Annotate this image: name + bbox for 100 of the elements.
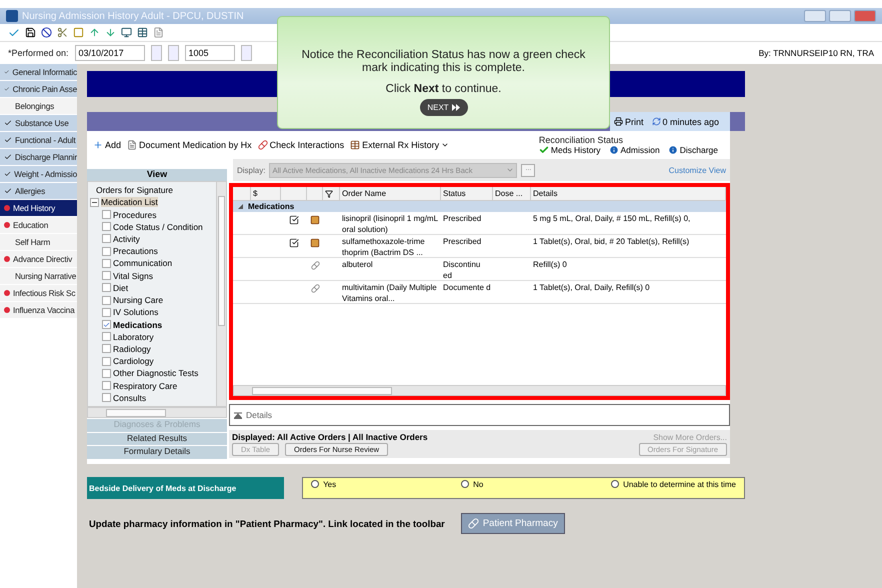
column-header[interactable]: Order Name bbox=[340, 187, 441, 200]
sidebar-item[interactable]: Belongings bbox=[0, 98, 77, 115]
cancel-icon[interactable] bbox=[41, 27, 52, 38]
form-icon[interactable] bbox=[73, 27, 84, 38]
details-panel[interactable]: Details bbox=[229, 404, 730, 426]
checkbox[interactable] bbox=[102, 234, 111, 244]
tree-item[interactable]: IV Solutions bbox=[90, 306, 214, 318]
date-spinner[interactable] bbox=[150, 45, 162, 61]
table-icon[interactable] bbox=[137, 27, 148, 38]
check-interactions-button[interactable]: Check Interactions bbox=[258, 140, 344, 150]
external-rx-history-button[interactable]: External Rx History bbox=[350, 140, 450, 150]
refresh-button[interactable]: 0 minutes ago bbox=[652, 116, 720, 126]
sidebar-item[interactable]: General Informatic bbox=[0, 64, 77, 81]
checkbox[interactable] bbox=[289, 215, 299, 225]
checkbox[interactable] bbox=[102, 344, 111, 354]
sidebar-item[interactable]: Med History bbox=[0, 200, 77, 217]
sidebar-item[interactable]: Weight - Admissio bbox=[0, 166, 77, 183]
pharmacy-instruction: Update pharmacy information in "Patient Pharmacy". Link located in the toolbar bbox=[89, 518, 445, 529]
reconciliation-status: Admission bbox=[608, 145, 660, 155]
print-button[interactable]: Print bbox=[614, 116, 644, 126]
checkbox[interactable] bbox=[102, 381, 111, 390]
group-row[interactable]: Medications bbox=[233, 201, 726, 212]
up-arrow-icon[interactable] bbox=[89, 27, 100, 38]
time-spinner[interactable] bbox=[240, 45, 252, 61]
tree-item[interactable]: Communication bbox=[90, 257, 214, 270]
checkbox[interactable] bbox=[102, 308, 111, 317]
tree-item[interactable]: Medication List bbox=[90, 196, 214, 208]
filter-icon[interactable] bbox=[325, 190, 333, 198]
customize-view-link[interactable]: Customize View bbox=[668, 166, 726, 174]
table-icon bbox=[350, 140, 360, 150]
scissors-icon[interactable] bbox=[57, 27, 68, 38]
radio-option[interactable]: Unable to determine at this time bbox=[611, 480, 736, 496]
checkbox[interactable] bbox=[102, 320, 111, 330]
checkbox[interactable] bbox=[102, 368, 111, 378]
checkbox[interactable] bbox=[289, 238, 299, 248]
time-field[interactable]: 1005 bbox=[184, 45, 235, 61]
checkbox[interactable] bbox=[102, 258, 111, 268]
checkbox[interactable] bbox=[102, 356, 111, 366]
caret-icon bbox=[506, 166, 514, 174]
sidebar-item[interactable]: Substance Use bbox=[0, 115, 77, 132]
checkbox[interactable] bbox=[102, 222, 111, 232]
checkbox[interactable] bbox=[102, 283, 111, 292]
sidebar-item[interactable]: Nursing Narrative bbox=[0, 268, 77, 285]
check-icon[interactable] bbox=[8, 26, 20, 38]
tree-item[interactable]: Respiratory Care bbox=[90, 380, 214, 392]
sidebar-item[interactable]: Allergies bbox=[0, 183, 77, 200]
checkbox[interactable] bbox=[102, 246, 111, 256]
monitor-icon[interactable] bbox=[121, 27, 132, 38]
close-button[interactable] bbox=[854, 10, 876, 22]
date-field[interactable]: 03/10/2017 bbox=[74, 45, 145, 61]
column-header[interactable]: Dose ... bbox=[493, 187, 531, 200]
sidebar-item[interactable]: Chronic Pain Asse bbox=[0, 81, 77, 98]
tree-item[interactable]: Procedures bbox=[90, 208, 214, 221]
sidebar-item[interactable]: Discharge Plannir bbox=[0, 149, 77, 166]
tree-item[interactable]: Medications bbox=[90, 318, 214, 331]
document-icon[interactable] bbox=[153, 27, 164, 38]
tree-item[interactable]: Diet bbox=[90, 282, 214, 294]
checkbox[interactable] bbox=[102, 271, 111, 280]
section-header[interactable]: Formulary Details bbox=[87, 446, 227, 458]
checkbox[interactable] bbox=[102, 393, 111, 402]
sidebar-item[interactable]: Functional - Adult bbox=[0, 132, 77, 149]
radio-option[interactable]: No bbox=[461, 480, 612, 496]
checkbox[interactable] bbox=[102, 210, 111, 220]
date-dropdown[interactable] bbox=[168, 45, 179, 61]
tree-item[interactable]: Laboratory bbox=[90, 330, 214, 343]
tree-item[interactable]: Consults bbox=[90, 392, 214, 404]
sidebar-item[interactable]: Influenza Vaccina bbox=[0, 302, 77, 319]
sidebar-item[interactable]: Self Harm bbox=[0, 234, 77, 251]
radio-button[interactable] bbox=[461, 480, 470, 488]
add-button[interactable]: Add bbox=[93, 140, 122, 150]
save-icon[interactable] bbox=[25, 27, 36, 38]
checkbox[interactable] bbox=[102, 332, 111, 342]
maximize-button[interactable] bbox=[829, 10, 851, 22]
plus-icon bbox=[93, 140, 103, 150]
pill-icon bbox=[468, 518, 479, 529]
tree-item[interactable]: Nursing Care bbox=[90, 294, 214, 306]
section-header[interactable]: Related Results bbox=[87, 432, 227, 445]
sidebar-item[interactable]: Infectious Risk Sc bbox=[0, 285, 77, 302]
tree-item[interactable]: Vital Signs bbox=[90, 270, 214, 282]
sidebar-item[interactable]: Advance Directiv bbox=[0, 251, 77, 268]
radio-option[interactable]: Yes bbox=[311, 480, 462, 496]
minimize-button[interactable] bbox=[804, 10, 826, 22]
tree-item[interactable]: Cardiology bbox=[90, 355, 214, 368]
down-arrow-icon[interactable] bbox=[105, 27, 116, 38]
checkbox[interactable] bbox=[102, 296, 111, 305]
document-medication-button[interactable]: Document Medication by Hx bbox=[127, 140, 252, 150]
radio-button[interactable] bbox=[611, 480, 620, 488]
column-header[interactable]: Status bbox=[441, 187, 493, 200]
table-cell-text: multivitamin (Daily Multiple Vitamins oral... bbox=[341, 282, 438, 305]
tree-item[interactable]: Activity bbox=[90, 232, 214, 246]
tree-item[interactable]: Radiology bbox=[90, 342, 214, 356]
next-button[interactable]: NEXT bbox=[420, 99, 468, 116]
tree-item[interactable]: Other Diagnostic Tests bbox=[90, 367, 214, 380]
tree-item[interactable]: Code Status / Condition bbox=[90, 220, 214, 233]
tree-item[interactable]: Orders for Signature bbox=[90, 184, 214, 196]
column-header[interactable]: Details bbox=[531, 187, 726, 200]
tree-item[interactable]: Precautions bbox=[90, 245, 214, 258]
radio-button[interactable] bbox=[311, 480, 320, 488]
table-cell-text: 5 mg 5 mL, Oral, Daily, # 150 mL, Refill(s) 0, bbox=[532, 213, 692, 225]
sidebar-item[interactable]: Education bbox=[0, 217, 77, 234]
